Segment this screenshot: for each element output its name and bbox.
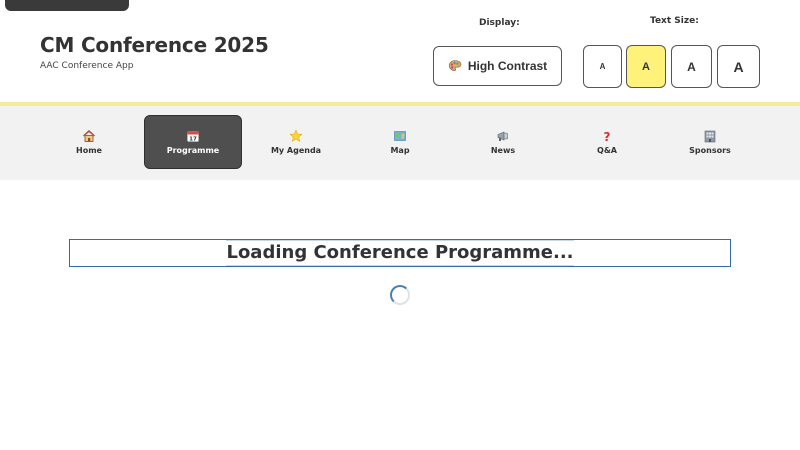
megaphone-icon xyxy=(497,131,508,141)
nav-item-home[interactable]: Home xyxy=(40,115,138,169)
nav-label-news: News xyxy=(490,146,516,155)
display-label: Display: xyxy=(479,18,520,28)
nav-label-map: Map xyxy=(390,146,410,155)
text-size-extra-large-button[interactable]: A xyxy=(717,45,760,88)
loading-heading: Loading Conference Programme... xyxy=(69,239,731,267)
nav-item-sponsors[interactable]: Sponsors xyxy=(661,115,759,169)
text-size-medium-button[interactable]: A xyxy=(626,45,666,88)
nav-item-qa[interactable]: ? Q&A xyxy=(558,115,656,169)
main-navigation: Home 17 Programme My Agenda Map News ? Q… xyxy=(0,106,800,180)
high-contrast-label: High Contrast xyxy=(467,59,548,73)
svg-text:?: ? xyxy=(604,130,611,143)
high-contrast-button[interactable]: High Contrast xyxy=(433,46,562,86)
brand-block: CM Conference 2025 AAC Conference App xyxy=(40,33,269,71)
app-header: CM Conference 2025 AAC Conference App Di… xyxy=(0,0,800,102)
building-icon xyxy=(704,130,716,143)
nav-item-map[interactable]: Map xyxy=(351,115,449,169)
svg-text:17: 17 xyxy=(189,136,197,142)
nav-label-my-agenda: My Agenda xyxy=(270,146,322,155)
calendar-icon: 17 xyxy=(187,131,199,142)
app-title: CM Conference 2025 xyxy=(40,33,269,57)
house-icon xyxy=(83,130,95,142)
nav-label-qa: Q&A xyxy=(597,146,617,155)
nav-item-programme[interactable]: 17 Programme xyxy=(144,115,242,169)
loading-spinner-icon xyxy=(390,285,410,305)
palette-icon xyxy=(448,59,462,73)
loading-text: Loading Conference Programme... xyxy=(226,240,574,266)
map-icon xyxy=(394,131,406,141)
star-icon xyxy=(289,129,303,142)
text-size-label: Text Size: xyxy=(650,16,699,26)
text-size-small-button[interactable]: A xyxy=(583,45,622,88)
text-size-large-button[interactable]: A xyxy=(671,45,712,88)
app-subtitle: AAC Conference App xyxy=(40,61,134,71)
nav-item-my-agenda[interactable]: My Agenda xyxy=(247,115,345,169)
nav-label-home: Home xyxy=(76,146,102,155)
nav-label-sponsors: Sponsors xyxy=(689,146,731,155)
question-mark-icon: ? xyxy=(604,130,611,143)
nav-item-news[interactable]: News xyxy=(454,115,552,169)
nav-label-programme: Programme xyxy=(166,146,220,155)
